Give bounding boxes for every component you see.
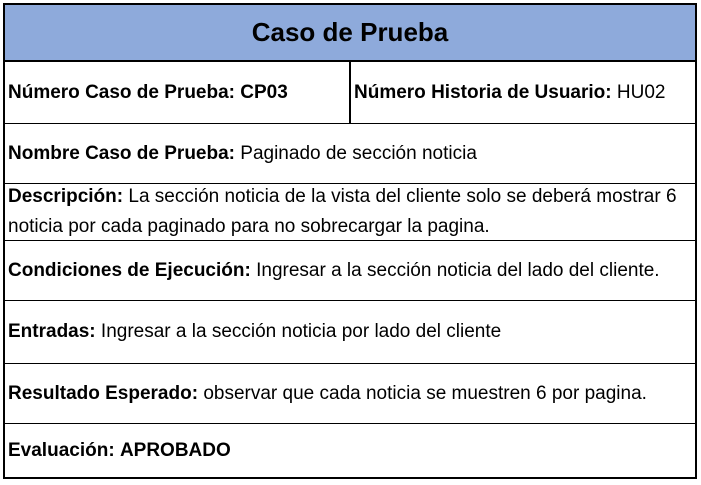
title-row: Caso de Prueba [5, 5, 695, 62]
user-story-number-value: HU02 [616, 81, 666, 103]
test-case-number-label: Número Caso de Prueba: [8, 81, 235, 103]
id-row: Número Caso de Prueba: CP03 Número Histo… [5, 62, 695, 124]
description-label: Descripción: [8, 186, 124, 207]
expected-result-row: Resultado Esperado: observar que cada no… [5, 364, 695, 424]
test-case-number-value: CP03 [240, 81, 288, 103]
test-case-name: Nombre Caso de Prueba: Paginado de secci… [8, 139, 477, 169]
user-story-number-label: Número Historia de Usuario: [354, 81, 612, 103]
execution-conditions-value: Ingresar a la sección noticia del lado d… [256, 259, 660, 281]
user-story-number-cell: Número Historia de Usuario: HU02 [351, 62, 695, 123]
test-case-number-cell: Número Caso de Prueba: CP03 [5, 62, 351, 123]
test-case-name-label: Nombre Caso de Prueba: [8, 142, 235, 164]
test-case-card: Caso de Prueba Número Caso de Prueba: CP… [3, 3, 697, 479]
expected-result-value: observar que cada noticia se muestren 6 … [203, 382, 647, 404]
evaluation-row: Evaluación: APROBADO [5, 424, 695, 477]
description-row: Descripción: La sección noticia de la vi… [5, 184, 695, 241]
evaluation-value: APROBADO [119, 439, 231, 461]
evaluation-label: Evaluación: [8, 439, 115, 461]
expected-result-label: Resultado Esperado: [8, 382, 199, 404]
page-title: Caso de Prueba [251, 17, 449, 47]
execution-conditions-row: Condiciones de Ejecución: Ingresar a la … [5, 241, 695, 301]
evaluation: Evaluación: APROBADO [8, 436, 231, 466]
inputs: Entradas: Ingresar a la sección noticia … [8, 317, 501, 347]
description: Descripción: La sección noticia de la vi… [8, 182, 691, 242]
test-case-name-value: Paginado de sección noticia [240, 142, 477, 164]
inputs-row: Entradas: Ingresar a la sección noticia … [5, 301, 695, 364]
test-case-number: Número Caso de Prueba: CP03 [8, 78, 288, 108]
test-case-name-row: Nombre Caso de Prueba: Paginado de secci… [5, 124, 695, 184]
execution-conditions-label: Condiciones de Ejecución: [8, 259, 251, 281]
expected-result: Resultado Esperado: observar que cada no… [8, 379, 647, 409]
execution-conditions: Condiciones de Ejecución: Ingresar a la … [8, 256, 660, 286]
user-story-number: Número Historia de Usuario: HU02 [354, 78, 665, 108]
inputs-label: Entradas: [8, 321, 96, 342]
inputs-value: Ingresar a la sección noticia por lado d… [100, 321, 502, 342]
